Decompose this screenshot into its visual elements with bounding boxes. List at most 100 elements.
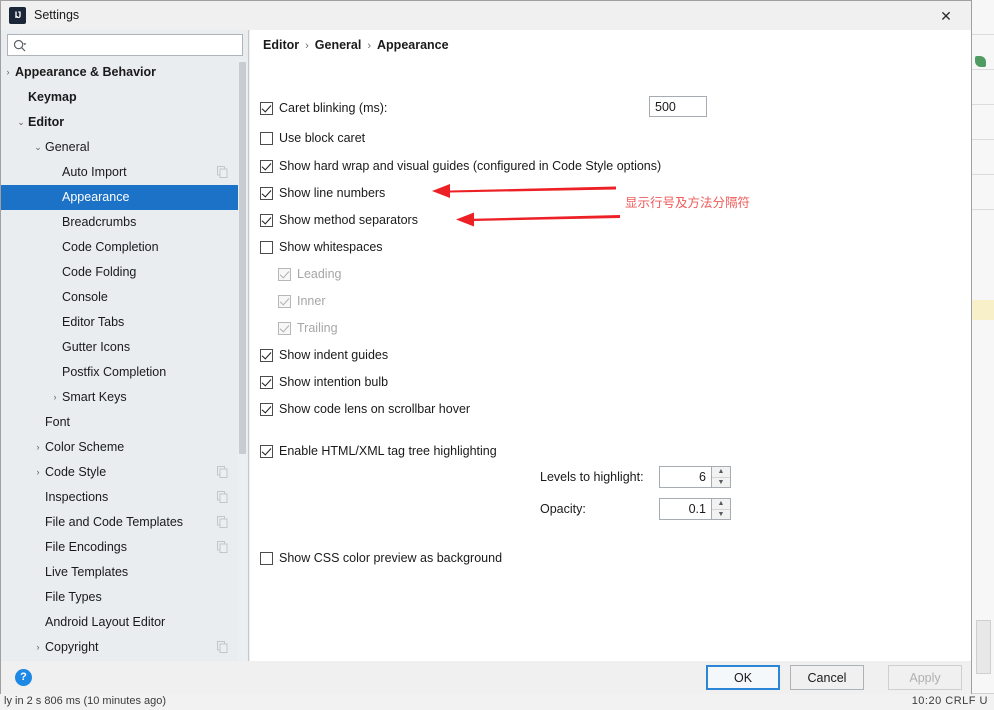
help-icon[interactable]: ? bbox=[15, 669, 32, 686]
window-title: Settings bbox=[34, 8, 80, 22]
cancel-button[interactable]: Cancel bbox=[790, 665, 864, 690]
sidebar-item-smart-keys[interactable]: › Smart Keys bbox=[1, 385, 242, 410]
search-input[interactable] bbox=[30, 35, 244, 57]
search-icon bbox=[13, 39, 27, 52]
sidebar-item-appearance[interactable]: Appearance bbox=[1, 185, 242, 210]
sidebar-item-label: Console bbox=[62, 290, 108, 304]
sidebar-scrollbar-thumb[interactable] bbox=[239, 62, 246, 454]
option-row-show-hard-wrap-and-visual-guides-configured-in-code-style-options[interactable]: Show hard wrap and visual guides (config… bbox=[260, 156, 661, 176]
sidebar-item-android-layout-editor[interactable]: Android Layout Editor bbox=[1, 610, 242, 635]
breadcrumb-item[interactable]: General bbox=[315, 38, 362, 52]
sidebar-item-label: Postfix Completion bbox=[62, 365, 167, 379]
sidebar-item-console[interactable]: Console bbox=[1, 285, 242, 310]
chevron-down-icon[interactable]: ▼ bbox=[712, 478, 730, 488]
annotation-arrow-top bbox=[432, 184, 616, 198]
settings-dialog: IJ Settings ✕ › Appearance & Behavior Keym… bbox=[0, 0, 972, 694]
sidebar-item-label: Inspections bbox=[45, 490, 109, 504]
checkbox-show-css-color-preview-as-background[interactable] bbox=[260, 551, 273, 565]
close-icon[interactable]: ✕ bbox=[931, 3, 961, 29]
sidebar-item-file-encodings[interactable]: File Encodings bbox=[1, 535, 242, 560]
option-row-show-whitespaces[interactable]: Show whitespaces bbox=[260, 237, 383, 257]
checkbox-enable-html-xml-tag-tree-highlighting[interactable] bbox=[260, 444, 273, 458]
sidebar-item-code-style[interactable]: › Code Style bbox=[1, 460, 242, 485]
option-label: Inner bbox=[297, 294, 326, 308]
checkbox-show-hard-wrap-and-visual-guides-configured-in-code-style-options[interactable] bbox=[260, 159, 273, 173]
option-label: Use block caret bbox=[279, 131, 366, 145]
annotation-text: 显示行号及方法分隔符 bbox=[625, 195, 751, 210]
sidebar-item-label: Smart Keys bbox=[62, 390, 127, 404]
sidebar-item-label: Font bbox=[45, 415, 71, 429]
sidebar-item-label: Keymap bbox=[28, 90, 77, 104]
checkbox-show-whitespaces[interactable] bbox=[260, 240, 273, 254]
checkbox-show-intention-bulb[interactable] bbox=[260, 375, 273, 389]
chevron-up-icon[interactable]: ▲ bbox=[712, 467, 730, 478]
sidebar-item-keymap[interactable]: Keymap bbox=[1, 85, 242, 110]
sidebar-item-editor-tabs[interactable]: Editor Tabs bbox=[1, 310, 242, 335]
checkbox-caret-blinking-ms[interactable] bbox=[260, 101, 273, 115]
sidebar-scrollbar[interactable] bbox=[238, 60, 247, 661]
chevron-down-icon[interactable]: ⌄ bbox=[15, 110, 27, 135]
checkbox-show-indent-guides[interactable] bbox=[260, 348, 273, 362]
checkbox-show-line-numbers[interactable] bbox=[260, 186, 273, 200]
option-row-show-method-separators[interactable]: Show method separators bbox=[260, 210, 418, 230]
search-box[interactable] bbox=[7, 34, 244, 57]
option-row-show-intention-bulb[interactable]: Show intention bulb bbox=[260, 372, 388, 392]
sidebar-item-label: Code Folding bbox=[62, 265, 137, 279]
checkbox-show-code-lens-on-scrollbar-hover[interactable] bbox=[260, 402, 273, 416]
opacity-label: Opacity: bbox=[540, 502, 586, 516]
checkbox-inner bbox=[278, 294, 291, 308]
breadcrumb-item[interactable]: Editor bbox=[263, 38, 299, 52]
option-row-leading: Leading bbox=[278, 264, 342, 284]
levels-to-highlight-input[interactable] bbox=[659, 466, 711, 488]
chevron-right-icon[interactable]: › bbox=[32, 435, 44, 460]
sidebar-item-auto-import[interactable]: Auto Import bbox=[1, 160, 242, 185]
option-row-show-line-numbers[interactable]: Show line numbers bbox=[260, 183, 385, 203]
checkbox-show-method-separators[interactable] bbox=[260, 213, 273, 227]
opacity-spin-buttons: ▲ ▼ bbox=[711, 498, 731, 520]
option-label: Show intention bulb bbox=[279, 375, 389, 389]
sidebar-item-label: Code Completion bbox=[62, 240, 159, 254]
sidebar-item-general[interactable]: ⌄ General bbox=[1, 135, 242, 160]
chevron-right-icon[interactable]: › bbox=[2, 60, 14, 85]
levels-spin-buttons: ▲ ▼ bbox=[711, 466, 731, 488]
breadcrumb-item[interactable]: Appearance bbox=[377, 38, 449, 52]
sidebar-item-live-templates[interactable]: Live Templates bbox=[1, 560, 242, 585]
chevron-up-icon[interactable]: ▲ bbox=[712, 499, 730, 510]
sidebar-item-code-folding[interactable]: Code Folding bbox=[1, 260, 242, 285]
sidebar-item-file-and-code-templates[interactable]: File and Code Templates bbox=[1, 510, 242, 535]
opacity-input[interactable] bbox=[659, 498, 711, 520]
chevron-down-icon[interactable]: ▼ bbox=[712, 510, 730, 520]
option-label: Show line numbers bbox=[279, 186, 386, 200]
ok-button[interactable]: OK bbox=[706, 665, 780, 690]
sidebar-item-copyright[interactable]: › Copyright bbox=[1, 635, 242, 660]
sidebar-item-breadcrumbs[interactable]: Breadcrumbs bbox=[1, 210, 242, 235]
copy-icon bbox=[217, 541, 228, 553]
chevron-right-icon[interactable]: › bbox=[32, 460, 44, 485]
sidebar-item-inspections[interactable]: Inspections bbox=[1, 485, 242, 510]
option-row-show-code-lens-on-scrollbar-hover[interactable]: Show code lens on scrollbar hover bbox=[260, 399, 470, 419]
sidebar-item-color-scheme[interactable]: › Color Scheme bbox=[1, 435, 242, 460]
apply-button[interactable]: Apply bbox=[888, 665, 962, 690]
sidebar-item-editor[interactable]: ⌄ Editor bbox=[1, 110, 242, 135]
sidebar-item-font[interactable]: Font bbox=[1, 410, 242, 435]
sidebar-item-postfix-completion[interactable]: Postfix Completion bbox=[1, 360, 242, 385]
caret-blinking-input[interactable] bbox=[649, 96, 707, 117]
sidebar-item-appearance-behavior[interactable]: › Appearance & Behavior bbox=[1, 60, 242, 85]
sidebar-item-file-types[interactable]: File Types bbox=[1, 585, 242, 610]
opacity-stepper[interactable]: ▲ ▼ bbox=[659, 498, 731, 520]
chevron-down-icon[interactable]: ⌄ bbox=[32, 135, 44, 160]
sidebar-item-code-completion[interactable]: Code Completion bbox=[1, 235, 242, 260]
chevron-right-icon[interactable]: › bbox=[49, 385, 61, 410]
option-row-use-block-caret[interactable]: Use block caret bbox=[260, 128, 365, 148]
ide-scrollbar-thumb[interactable] bbox=[976, 620, 991, 674]
option-row-caret-blinking-ms[interactable]: Caret blinking (ms): bbox=[260, 98, 387, 118]
option-label: Show method separators bbox=[279, 213, 418, 227]
sidebar-item-gutter-icons[interactable]: Gutter Icons bbox=[1, 335, 242, 360]
option-label: Trailing bbox=[297, 321, 338, 335]
levels-to-highlight-stepper[interactable]: ▲ ▼ bbox=[659, 466, 731, 488]
chevron-right-icon[interactable]: › bbox=[32, 635, 44, 660]
option-row-enable-html-xml-tag-tree-highlighting[interactable]: Enable HTML/XML tag tree highlighting bbox=[260, 441, 497, 461]
checkbox-use-block-caret[interactable] bbox=[260, 131, 273, 145]
option-row-show-indent-guides[interactable]: Show indent guides bbox=[260, 345, 388, 365]
option-row-show-css-color-preview-as-background[interactable]: Show CSS color preview as background bbox=[260, 548, 502, 568]
